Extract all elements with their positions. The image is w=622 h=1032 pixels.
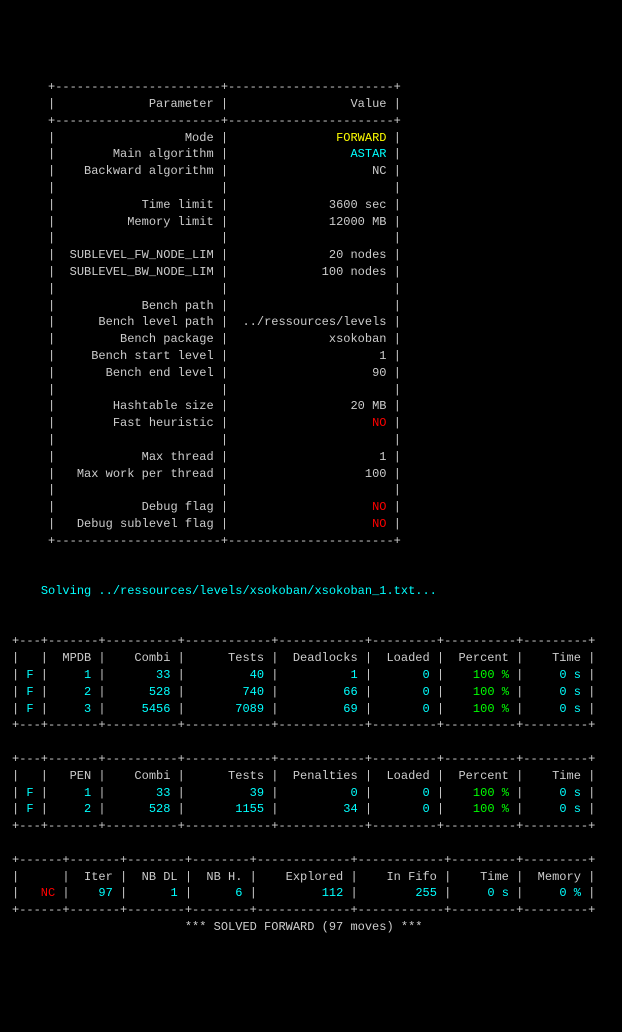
terminal-output: +-----------------------+---------------… [12,79,610,936]
